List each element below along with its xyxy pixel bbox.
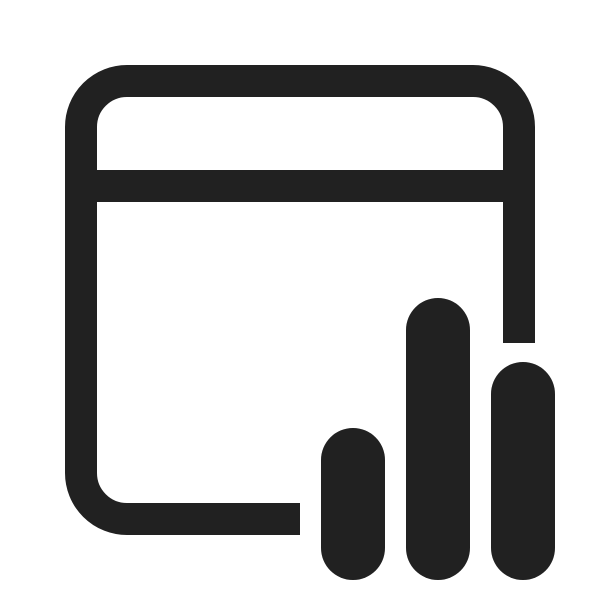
chart-bar-short bbox=[321, 428, 385, 580]
chart-bar-tall bbox=[406, 298, 470, 580]
chart-bar-medium bbox=[491, 362, 555, 580]
window-bar-chart-icon bbox=[65, 65, 555, 580]
app-window-chart-icon bbox=[0, 0, 600, 600]
